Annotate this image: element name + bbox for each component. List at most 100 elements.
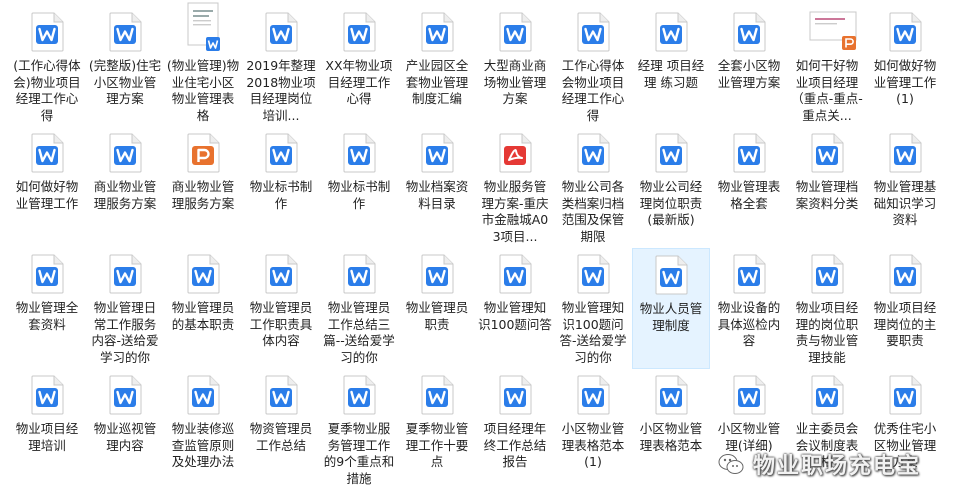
word-doc-icon	[575, 375, 611, 415]
file-name: 2019年整理2018物业项目经理岗位培训...	[246, 58, 316, 123]
file-name: 物业项目经理岗位的主要职责	[873, 300, 937, 348]
file-item[interactable]: 物业管理表格全套	[710, 127, 788, 248]
file-item[interactable]: 物业公司经理岗位职责(最新版)	[632, 127, 710, 248]
file-item[interactable]: 如何做好物业管理工作(1)	[866, 6, 944, 127]
file-item[interactable]: 物业档案资料目录	[398, 127, 476, 248]
file-name: 物业巡视管理内容	[93, 421, 157, 453]
file-item[interactable]: 物业巡视管理内容	[86, 369, 164, 489]
file-item[interactable]: 物业标书制作	[242, 127, 320, 248]
file-item[interactable]: 小区物业管理(详细)	[710, 369, 788, 489]
word-doc-icon	[341, 133, 377, 173]
file-name: 物业项目经理培训	[15, 421, 79, 453]
file-name: (工作心得体会)物业项目经理工作心得	[13, 58, 81, 123]
pdf-doc-icon	[497, 133, 533, 173]
word-doc-icon	[185, 375, 221, 415]
word-doc-icon	[263, 133, 299, 173]
file-item[interactable]: XX年物业项目经理工作心得	[320, 6, 398, 127]
file-item[interactable]: 物业管理知识100题问答	[476, 248, 554, 369]
file-item[interactable]: 夏季物业管理工作十要点	[398, 369, 476, 489]
file-item[interactable]: 产业园区全套物业管理制度汇编	[398, 6, 476, 127]
file-item[interactable]: 物业管理日常工作服务内容-送给爱学习的你	[86, 248, 164, 369]
file-item[interactable]: 物业装修巡查监管原则及处理办法	[164, 369, 242, 489]
word-doc-icon	[575, 254, 611, 294]
file-item[interactable]: 物业管理员职责	[398, 248, 476, 369]
file-name: 如何做好物业管理工作	[15, 179, 79, 211]
file-name: 工作心得体会物业项目经理工作心得	[561, 58, 625, 123]
word-doc-icon	[263, 12, 299, 52]
file-item[interactable]: 经理 项目经理 练习题	[632, 6, 710, 127]
file-item[interactable]: (完整版)住宅小区物业管理方案	[86, 6, 164, 127]
word-doc-icon	[419, 375, 455, 415]
word-doc-icon	[653, 12, 689, 52]
file-item[interactable]: 物业标书制作	[320, 127, 398, 248]
file-item[interactable]: 物业管理档案资料分类	[788, 127, 866, 248]
file-item[interactable]: 如何做好物业管理工作	[8, 127, 86, 248]
word-doc-icon	[263, 375, 299, 415]
file-name: 物业管理知识100题问答	[478, 300, 552, 332]
ppt-doc-icon	[185, 133, 221, 173]
file-name: (物业管理)物业住宅小区物业管理表格	[166, 58, 240, 123]
word-doc-icon	[497, 375, 533, 415]
file-item[interactable]: 工作心得体会物业项目经理工作心得	[554, 6, 632, 127]
file-name: 小区物业管理表格范本(1)	[561, 421, 625, 469]
file-item[interactable]: 物业服务管理方案-重庆市金融城A03项目...	[476, 127, 554, 248]
file-item[interactable]: 全套小区物业管理方案	[710, 6, 788, 127]
word-doc-icon	[575, 133, 611, 173]
file-name: 物业装修巡查监管原则及处理办法	[171, 421, 235, 469]
word-doc-icon	[263, 254, 299, 294]
file-item[interactable]: 物业管理全套资料	[8, 248, 86, 369]
file-name: 物业标书制作	[249, 179, 313, 211]
word-thumbnail-icon	[185, 2, 221, 52]
file-item[interactable]: 物业管理基础知识学习资料	[866, 127, 944, 248]
file-name: 经理 项目经理 练习题	[637, 58, 705, 90]
file-name: 小区物业管理表格范本	[639, 421, 703, 453]
word-doc-icon	[731, 375, 767, 415]
file-name: 物业服务管理方案-重庆市金融城A03项目...	[481, 179, 549, 244]
word-doc-icon	[341, 12, 377, 52]
file-grid: (工作心得体会)物业项目经理工作心得 (完整版)住宅小区物业管理方案 (物业管理)物…	[8, 2, 944, 489]
file-item[interactable]: 商业物业管理服务方案	[86, 127, 164, 248]
word-doc-icon	[809, 133, 845, 173]
file-item[interactable]: 夏季物业服务管理工作的9个重点和措施	[320, 369, 398, 489]
word-doc-icon	[497, 12, 533, 52]
file-item[interactable]: 物业管理员工作总结三篇--送给爱学习的你	[320, 248, 398, 369]
word-doc-icon	[887, 375, 923, 415]
file-item[interactable]: 2019年整理2018物业项目经理岗位培训...	[242, 6, 320, 127]
word-doc-icon	[341, 254, 377, 294]
file-item[interactable]: 物业项目经理培训	[8, 369, 86, 489]
file-name: 如何做好物业管理工作(1)	[873, 58, 937, 106]
file-item[interactable]: 物业管理员工作职责具体内容	[242, 248, 320, 369]
file-item[interactable]: 物业人员管理制度	[632, 248, 710, 369]
file-item[interactable]: (工作心得体会)物业项目经理工作心得	[8, 6, 86, 127]
file-name: XX年物业项目经理工作心得	[325, 58, 393, 106]
file-name: 物业人员管理制度	[639, 301, 703, 333]
file-item[interactable]: 物业设备的具体巡检内容	[710, 248, 788, 369]
file-item[interactable]: 物业公司各类档案归档范围及保管期限	[554, 127, 632, 248]
file-name: 商业物业管理服务方案	[93, 179, 157, 211]
word-doc-icon	[419, 254, 455, 294]
word-doc-icon	[107, 133, 143, 173]
word-doc-icon	[809, 375, 845, 415]
file-item[interactable]: 大型商业商场物业管理方案	[476, 6, 554, 127]
file-item[interactable]: 物业管理员的基本职责	[164, 248, 242, 369]
file-item[interactable]: 项目经理年终工作总结报告	[476, 369, 554, 489]
file-item[interactable]: 小区物业管理表格范本	[632, 369, 710, 489]
file-item[interactable]: 商业物业管理服务方案	[164, 127, 242, 248]
file-name: 物业项目经理的岗位职责与物业管理技能	[795, 300, 859, 365]
file-name: 物业管理员职责	[405, 300, 469, 332]
word-doc-icon	[29, 12, 65, 52]
file-item[interactable]: 小区物业管理表格范本(1)	[554, 369, 632, 489]
word-doc-icon	[419, 133, 455, 173]
file-name: 小区物业管理(详细)	[717, 421, 781, 453]
file-item[interactable]: 物业管理知识100题问答-送给爱学习的你	[554, 248, 632, 369]
file-item[interactable]: 物资管理员工作总结	[242, 369, 320, 489]
file-item[interactable]: 优秀住宅小区物业管理方案	[866, 369, 944, 489]
file-item[interactable]: 如何干好物业项目经理（重点-重点-重点关...	[788, 6, 866, 127]
file-name: 物资管理员工作总结	[249, 421, 313, 453]
file-name: 物业标书制作	[327, 179, 391, 211]
file-item[interactable]: (物业管理)物业住宅小区物业管理表格	[164, 2, 242, 127]
file-item[interactable]: 物业项目经理的岗位职责与物业管理技能	[788, 248, 866, 369]
file-item[interactable]: 业主委员会会议制度表格	[788, 369, 866, 489]
file-item[interactable]: 物业项目经理岗位的主要职责	[866, 248, 944, 369]
file-name: 物业管理表格全套	[717, 179, 781, 211]
